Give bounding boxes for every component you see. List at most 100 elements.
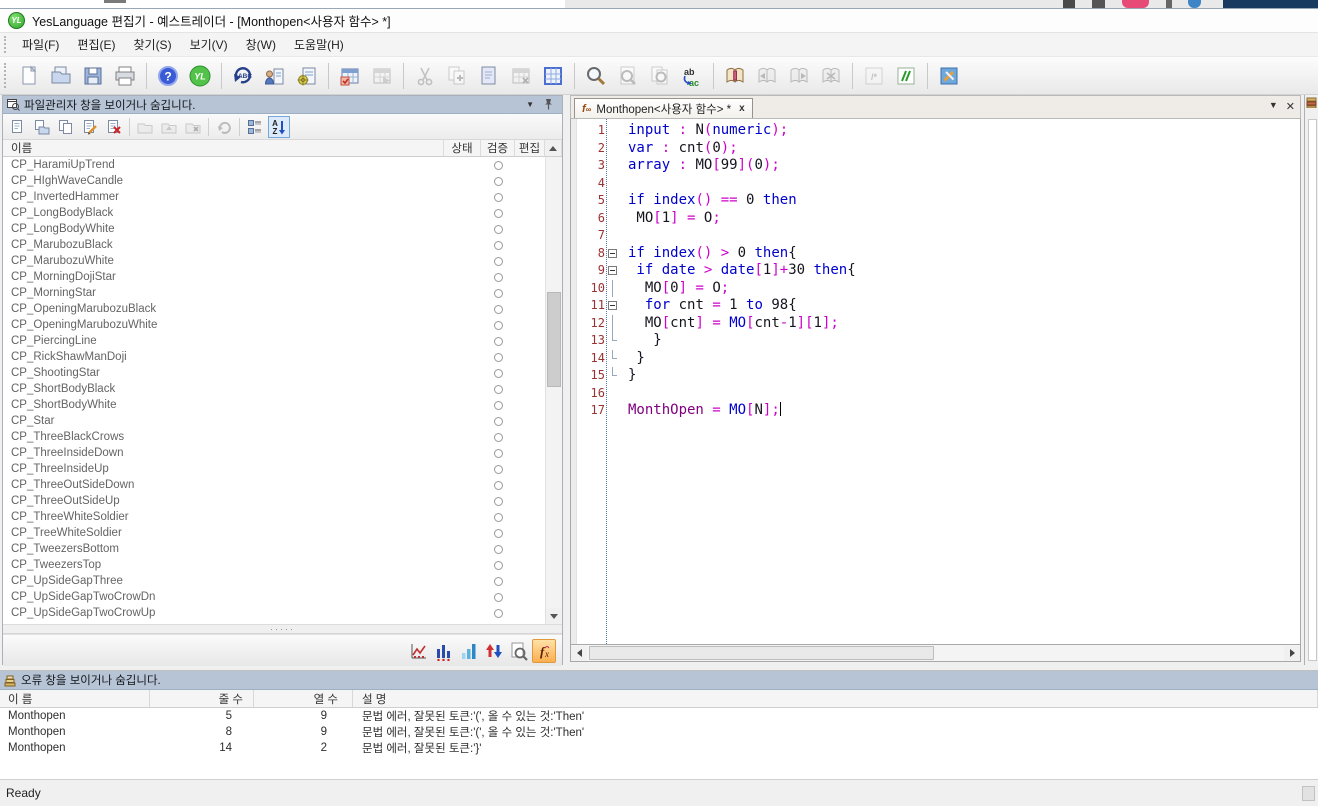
- column-status[interactable]: 상태: [444, 140, 481, 156]
- up-down-filter-icon[interactable]: [482, 639, 506, 663]
- error-column-name[interactable]: 이 름: [0, 690, 150, 707]
- file-list-item[interactable]: CP_LongBodyBlack: [3, 205, 562, 221]
- tabbar-close-icon[interactable]: ✕: [1286, 100, 1295, 113]
- view-group-icon[interactable]: [244, 116, 266, 138]
- delete-file-icon[interactable]: [103, 116, 125, 138]
- file-list-item[interactable]: CP_MorningStar: [3, 285, 562, 301]
- menu-item-e[interactable]: 편집(E): [68, 35, 124, 55]
- file-list-item[interactable]: CP_LongBodyWhite: [3, 221, 562, 237]
- print-icon[interactable]: [111, 62, 139, 90]
- column-edit[interactable]: 편집: [515, 140, 545, 156]
- editor-tab-monthopen[interactable]: f∞ Monthopen<사용자 함수> * x: [574, 98, 753, 118]
- tools-options-icon[interactable]: [935, 62, 963, 90]
- sort-az-icon[interactable]: AZ: [268, 116, 290, 138]
- file-list-item[interactable]: CP_InvertedHammer: [3, 189, 562, 205]
- tab-list-dropdown-icon[interactable]: ▼: [1269, 100, 1278, 113]
- copy-file-icon[interactable]: [55, 116, 77, 138]
- file-list-scrollbar[interactable]: [545, 157, 562, 624]
- fold-collapse-icon[interactable]: [605, 245, 619, 263]
- scroll-down-button[interactable]: [546, 608, 562, 624]
- error-row[interactable]: Monthopen142문법 에러, 잘못된 토큰:'}': [0, 740, 1318, 756]
- panel-pin-button[interactable]: [539, 98, 558, 112]
- menu-item-w[interactable]: 창(W): [237, 35, 285, 55]
- paste-doc-icon[interactable]: [475, 62, 503, 90]
- menu-item-h[interactable]: 도움말(H): [285, 35, 353, 55]
- grid-view-icon[interactable]: [539, 62, 567, 90]
- save-icon[interactable]: [79, 62, 107, 90]
- build-verify-icon[interactable]: [293, 62, 321, 90]
- new-file-icon[interactable]: [7, 116, 29, 138]
- file-list-item[interactable]: CP_MorningDojiStar: [3, 269, 562, 285]
- file-list-item[interactable]: CP_TreeWhiteSoldier: [3, 525, 562, 541]
- spell-check-icon[interactable]: ABC: [229, 62, 257, 90]
- help-icon[interactable]: ?: [154, 62, 182, 90]
- menu-grip[interactable]: [4, 36, 9, 52]
- background-fragment-navy: [1223, 0, 1318, 8]
- search-doc-filter-icon[interactable]: [507, 639, 531, 663]
- fold-collapse-icon[interactable]: [605, 262, 619, 280]
- file-list-item[interactable]: CP_HIghWaveCandle: [3, 173, 562, 189]
- chart-bars-filter-icon[interactable]: [457, 639, 481, 663]
- file-list-item[interactable]: CP_TweezersBottom: [3, 541, 562, 557]
- file-list-item[interactable]: CP_ShortBodyBlack: [3, 381, 562, 397]
- toolbar-grip[interactable]: [4, 63, 9, 89]
- file-list-item[interactable]: CP_Star: [3, 413, 562, 429]
- file-list-item[interactable]: CP_ThreeOutSideUp: [3, 493, 562, 509]
- scroll-right-button[interactable]: [1284, 646, 1300, 661]
- error-column-desc[interactable]: 설 명: [353, 690, 1318, 707]
- open-folder-icon[interactable]: [47, 62, 75, 90]
- user-function-icon[interactable]: [261, 62, 289, 90]
- file-list-item[interactable]: CP_OpeningMarubozuWhite: [3, 317, 562, 333]
- file-list-item[interactable]: CP_UpSideGapThree: [3, 573, 562, 589]
- file-list-item[interactable]: CP_OpeningMarubozuBlack: [3, 301, 562, 317]
- new-document-icon[interactable]: [15, 62, 43, 90]
- file-list-item[interactable]: CP_ThreeInsideUp: [3, 461, 562, 477]
- code-area[interactable]: 1input : N(numeric);2var : cnt(0);3array…: [570, 118, 1301, 645]
- panel-splitter[interactable]: ·····: [3, 624, 562, 634]
- menu-item-v[interactable]: 보기(V): [181, 35, 237, 55]
- file-list-item[interactable]: CP_UpSideGapTwoCrowUp: [3, 605, 562, 621]
- file-list-item[interactable]: CP_ThreeOutSideDown: [3, 477, 562, 493]
- panel-dropdown-button[interactable]: ▼: [521, 100, 539, 109]
- comment-line-icon[interactable]: [892, 62, 920, 90]
- error-row[interactable]: Monthopen59문법 에러, 잘못된 토큰:'(', 올 수 있는 것:'…: [0, 708, 1318, 724]
- signal-filter-icon[interactable]: [432, 639, 456, 663]
- bookmark-icon[interactable]: [721, 62, 749, 90]
- editor-horizontal-scrollbar[interactable]: [570, 645, 1301, 662]
- column-name[interactable]: 이름: [3, 140, 444, 156]
- file-list-item[interactable]: CP_RickShawManDoji: [3, 349, 562, 365]
- yeslanguage-logo-icon[interactable]: YL: [186, 62, 214, 90]
- file-list-item[interactable]: CP_PiercingLine: [3, 333, 562, 349]
- scroll-left-button[interactable]: [571, 646, 587, 661]
- table-apply-icon[interactable]: [336, 62, 364, 90]
- function-fx-filter-icon[interactable]: fx: [532, 639, 556, 663]
- scroll-up-button[interactable]: [545, 140, 562, 156]
- file-list-item[interactable]: CP_ThreeInsideDown: [3, 445, 562, 461]
- find-icon[interactable]: [582, 62, 610, 90]
- menu-item-f[interactable]: 파일(F): [13, 35, 68, 55]
- tab-close-icon[interactable]: x: [739, 103, 745, 114]
- bookmark-clear-icon: [817, 62, 845, 90]
- indicator-filter-icon[interactable]: [407, 639, 431, 663]
- error-column-line[interactable]: 줄 수: [150, 690, 254, 707]
- hscrollbar-thumb[interactable]: [589, 646, 934, 660]
- file-list-item[interactable]: CP_MarubozuBlack: [3, 237, 562, 253]
- line-number: 15: [577, 367, 605, 385]
- file-list-item[interactable]: CP_TweezersTop: [3, 557, 562, 573]
- error-column-col[interactable]: 열 수: [254, 690, 353, 707]
- file-list-item[interactable]: CP_UpSideGapTwoCrowDn: [3, 589, 562, 605]
- menu-item-s[interactable]: 찾기(S): [124, 35, 180, 55]
- file-list-item[interactable]: CP_ThreeBlackCrows: [3, 429, 562, 445]
- new-folder-icon[interactable]: [31, 116, 53, 138]
- rename-file-icon[interactable]: [79, 116, 101, 138]
- replace-icon[interactable]: abac: [678, 62, 706, 90]
- file-list-item[interactable]: CP_HaramiUpTrend: [3, 157, 562, 173]
- file-list-item[interactable]: CP_MarubozuWhite: [3, 253, 562, 269]
- file-list-item[interactable]: CP_ShootingStar: [3, 365, 562, 381]
- file-list-item[interactable]: CP_ThreeWhiteSoldier: [3, 509, 562, 525]
- scrollbar-thumb[interactable]: [547, 292, 561, 387]
- error-row[interactable]: Monthopen89문법 에러, 잘못된 토큰:'(', 올 수 있는 것:'…: [0, 724, 1318, 740]
- column-verify[interactable]: 검증: [481, 140, 515, 156]
- fold-collapse-icon[interactable]: [605, 297, 619, 315]
- file-list-item[interactable]: CP_ShortBodyWhite: [3, 397, 562, 413]
